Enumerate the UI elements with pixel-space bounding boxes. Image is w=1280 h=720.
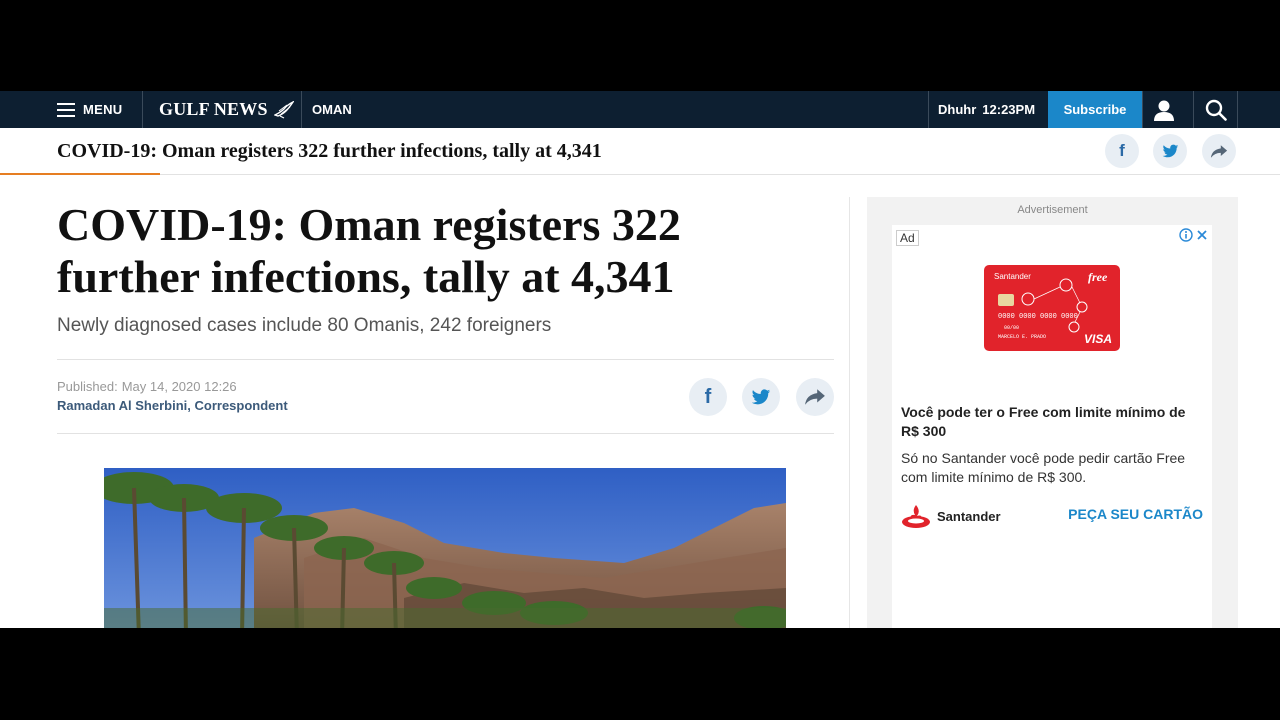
ad-badge: Ad [896, 230, 919, 246]
prayer-name: Dhuhr [938, 102, 977, 117]
site-logo[interactable]: GULF NEWS [159, 91, 294, 128]
adchoices-icon [1179, 228, 1193, 242]
search-button[interactable] [1198, 91, 1234, 128]
hero-image [104, 468, 786, 628]
ad-title[interactable]: Você pode ter o Free com limite mínimo d… [901, 403, 1206, 441]
facebook-share-button[interactable]: f [689, 378, 727, 416]
divider [57, 359, 834, 360]
top-nav: MENU GULF NEWS OMAN Dhuhr 12:23PM Subscri… [0, 91, 1280, 128]
logo-bird-icon [273, 100, 294, 119]
sticky-title: COVID-19: Oman registers 322 further inf… [57, 140, 602, 162]
twitter-icon [1162, 144, 1178, 157]
credit-card-image: Santander free 0000 0000 0000 0000 00/00… [984, 265, 1120, 351]
ad-brand: Santander [901, 503, 1001, 529]
card-holder: MARCELO E. PRADO [998, 334, 1046, 340]
nav-divider [1237, 91, 1238, 128]
ad-creative[interactable]: Ad Santander free 0000 0000 0000 0000 00… [892, 225, 1212, 628]
card-brand: Santander [994, 272, 1031, 281]
share-button[interactable] [796, 378, 834, 416]
ad-cta-button[interactable]: PEÇA SEU CARTÃO [1068, 506, 1203, 522]
logo-text: GULF NEWS [159, 99, 268, 119]
divider [57, 433, 834, 434]
search-icon [1205, 99, 1227, 121]
browser-viewport: MENU GULF NEWS OMAN Dhuhr 12:23PM Subscri… [0, 91, 1280, 628]
prayer-clock: 12:23PM [982, 102, 1036, 117]
wadi-landscape-image [104, 468, 786, 628]
subscribe-button[interactable]: Subscribe [1048, 91, 1142, 128]
nav-divider [928, 91, 929, 128]
twitter-icon [751, 388, 771, 404]
facebook-share-button[interactable]: f [1105, 134, 1139, 168]
nav-divider [1142, 91, 1143, 128]
advertisement-container: Advertisement Ad Santander free 0000 000… [867, 197, 1238, 628]
reading-progress-bar [0, 173, 160, 175]
share-icon [1210, 144, 1228, 158]
share-icon [805, 389, 825, 405]
nav-divider [142, 91, 143, 128]
card-number: 0000 0000 0000 0000 [998, 313, 1078, 321]
published-date: May 14, 2020 12:26 [121, 379, 237, 394]
card-expiry: 00/00 [1004, 325, 1019, 331]
card-network: VISA [1084, 332, 1112, 346]
share-button[interactable] [1202, 134, 1236, 168]
santander-flame-icon [902, 505, 930, 528]
advertisement-label: Advertisement [1017, 204, 1088, 216]
menu-icon [57, 102, 75, 117]
author-link[interactable]: Ramadan Al Sherbini, Correspondent [57, 398, 288, 413]
user-icon [1154, 100, 1174, 121]
ad-body: Só no Santander você pode pedir cartão F… [901, 450, 1186, 485]
account-button[interactable] [1146, 91, 1182, 128]
facebook-icon: f [704, 385, 712, 408]
menu-label: MENU [83, 102, 123, 117]
article-headline: COVID-19: Oman registers 322 further inf… [57, 199, 681, 302]
nav-divider [1193, 91, 1194, 128]
close-icon [1197, 230, 1207, 240]
menu-button[interactable]: MENU [57, 91, 122, 128]
twitter-share-button[interactable] [742, 378, 780, 416]
section-link[interactable]: OMAN [312, 91, 352, 128]
card-product: free [1088, 270, 1108, 284]
article-subhead: Newly diagnosed cases include 80 Omanis,… [57, 315, 552, 336]
published-info: Published: May 14, 2020 12:26 [57, 379, 237, 394]
twitter-share-button[interactable] [1153, 134, 1187, 168]
ad-brand-name: Santander [937, 508, 1001, 524]
facebook-icon: f [1119, 141, 1125, 160]
rail-divider [849, 197, 850, 628]
ad-choices[interactable] [1179, 228, 1209, 242]
prayer-time: Dhuhr 12:23PM [938, 91, 1035, 128]
sticky-headline-bar: COVID-19: Oman registers 322 further inf… [0, 128, 1280, 175]
published-label: Published: [57, 379, 118, 394]
nav-divider [301, 91, 302, 128]
